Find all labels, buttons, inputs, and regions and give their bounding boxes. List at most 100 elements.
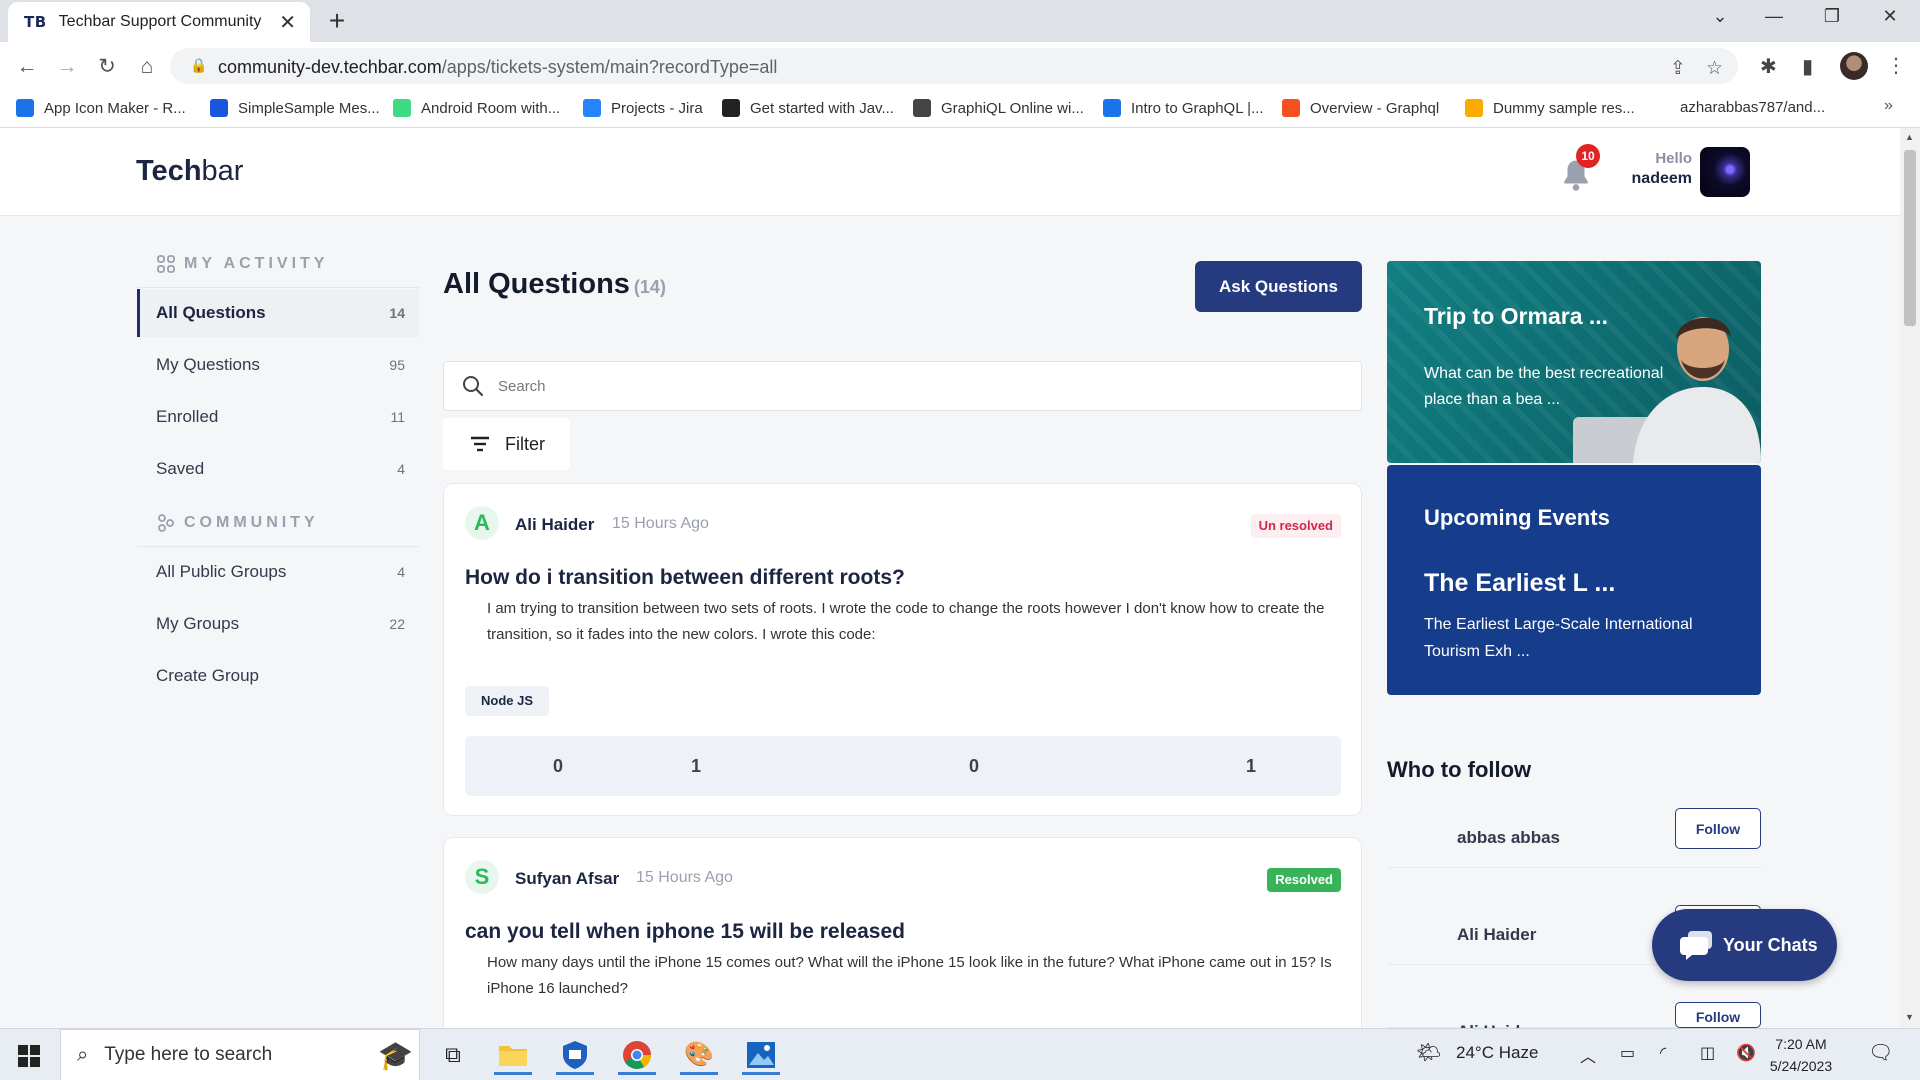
url-text: community-dev.techbar.com/apps/tickets-s… <box>218 57 778 77</box>
system-clock[interactable]: 7:20 AM 5/24/2023 <box>1756 1033 1846 1077</box>
file-explorer-icon[interactable] <box>490 1035 536 1075</box>
android-icon <box>393 99 411 117</box>
question-tag[interactable]: Node JS <box>465 686 550 716</box>
upcoming-events-card[interactable]: Upcoming Events The Earliest L ... The E… <box>1387 465 1761 695</box>
restore-icon[interactable]: ❐ <box>1812 6 1852 27</box>
notifications-icon[interactable]: 🗨 <box>1868 1040 1893 1065</box>
battery-icon[interactable]: ▭ <box>1620 1043 1635 1063</box>
stat-value[interactable]: 0 <box>553 756 563 777</box>
sidebar-item-my-groups[interactable]: My Groups 22 <box>137 600 419 648</box>
meet-icon[interactable]: ◫ <box>1700 1043 1715 1063</box>
stat-value[interactable]: 1 <box>1246 756 1256 777</box>
follow-button[interactable]: Follow <box>1675 1002 1761 1028</box>
lock-icon[interactable]: 🔒 <box>190 57 207 74</box>
community-icon <box>158 514 174 532</box>
techbar-logo[interactable]: Techbar <box>136 155 243 188</box>
forward-icon[interactable]: → <box>53 53 81 81</box>
follow-person-name[interactable]: Ali Haider <box>1457 925 1536 945</box>
paint-icon[interactable]: 🎨 <box>676 1035 722 1075</box>
scrollbar-thumb[interactable] <box>1904 150 1916 326</box>
event-name[interactable]: The Earliest L ... <box>1424 569 1615 598</box>
sidebar-item-all-public-groups[interactable]: All Public Groups 4 <box>137 548 419 596</box>
chevron-up-icon[interactable]: ︿ <box>1580 1043 1596 1067</box>
defender-icon[interactable] <box>552 1035 598 1075</box>
question-card[interactable]: A Ali Haider 15 Hours Ago Un resolved Ho… <box>443 483 1362 816</box>
sidebar-item-create-group[interactable]: Create Group <box>137 652 419 700</box>
home-icon[interactable]: ⌂ <box>133 53 161 81</box>
bookmark-item[interactable]: GraphiQL Online wi... <box>913 99 1084 117</box>
greeting-text: Hello <box>1655 150 1692 167</box>
promo-card[interactable]: Trip to Ormara ... What can be the best … <box>1387 261 1761 463</box>
search-icon: ⌕ <box>77 1043 89 1066</box>
bookmark-item[interactable]: Android Room with... <box>393 99 560 117</box>
tab-search-chevron-icon[interactable]: ⌄ <box>1700 6 1740 27</box>
bookmark-item[interactable]: App Icon Maker - R... <box>16 99 186 117</box>
grid-icon <box>210 99 228 117</box>
weather-text[interactable]: 24°C Haze <box>1456 1043 1538 1063</box>
bookmark-label: Overview - Graphql <box>1310 99 1440 117</box>
browser-tab-strip: TB Techbar Support Community ✕ + ⌄ — ❐ ✕ <box>0 0 1920 42</box>
promo-title[interactable]: Trip to Ormara ... <box>1424 303 1608 330</box>
promo-description: What can be the best recreational place … <box>1424 365 1664 408</box>
bookmark-item[interactable]: Overview - Graphql <box>1282 99 1439 117</box>
minimize-icon[interactable]: — <box>1754 6 1794 27</box>
address-bar[interactable]: 🔒 community-dev.techbar.com/apps/tickets… <box>170 48 1738 84</box>
bookmark-item[interactable]: Dummy sample res... <box>1465 99 1635 117</box>
question-title[interactable]: can you tell when iphone 15 will be rele… <box>465 920 905 944</box>
profile-avatar[interactable] <box>1840 52 1868 80</box>
tab-close-icon[interactable]: ✕ <box>279 10 296 35</box>
reload-icon[interactable]: ↻ <box>93 53 121 81</box>
taskbar-search-input[interactable]: ⌕ Type here to search 🎓 <box>60 1029 420 1080</box>
search-input[interactable]: Search <box>443 361 1362 411</box>
bookmark-label: Dummy sample res... <box>1493 99 1635 117</box>
browser-menu-icon[interactable]: ⋮ <box>1886 53 1906 78</box>
scroll-down-icon[interactable]: ▼ <box>1905 1012 1914 1022</box>
photos-icon[interactable] <box>738 1035 784 1075</box>
bookmark-item[interactable]: SimpleSample Mes... <box>210 99 380 117</box>
events-heading: Upcoming Events <box>1424 505 1610 530</box>
page-scrollbar[interactable]: ▲ ▼ <box>1900 128 1920 1028</box>
bookmark-item[interactable]: azharabbas787/and... <box>1680 99 1825 116</box>
follow-person-name[interactable]: abbas abbas <box>1457 828 1560 848</box>
windows-start-icon[interactable] <box>18 1045 40 1067</box>
chrome-icon[interactable] <box>614 1035 660 1075</box>
user-avatar[interactable] <box>1700 147 1750 197</box>
ask-questions-button[interactable]: Ask Questions <box>1195 261 1362 312</box>
bookmark-star-icon[interactable]: ☆ <box>1706 57 1723 80</box>
extensions-icon[interactable]: ✱ <box>1760 54 1777 79</box>
question-title[interactable]: How do i transition between different ro… <box>465 566 905 590</box>
question-stats: 0 1 0 1 <box>465 736 1341 796</box>
back-icon[interactable]: ← <box>13 53 41 81</box>
sidebar-item-all-questions[interactable]: All Questions 14 <box>137 289 419 337</box>
filter-button[interactable]: Filter <box>443 418 570 470</box>
author-name[interactable]: Sufyan Afsar <box>515 869 619 889</box>
question-body: How many days until the iPhone 15 comes … <box>487 954 1332 997</box>
bookmark-item[interactable]: Projects - Jira <box>583 99 703 117</box>
window-close-icon[interactable]: ✕ <box>1870 6 1910 27</box>
sidebar-item-label: All Questions <box>156 303 266 322</box>
share-icon[interactable]: ⇪ <box>1670 57 1686 80</box>
jira-icon <box>583 99 601 117</box>
volume-muted-icon[interactable]: 🔇 <box>1736 1043 1756 1063</box>
browser-tab[interactable]: TB Techbar Support Community ✕ <box>8 2 310 42</box>
stat-value[interactable]: 1 <box>691 756 701 777</box>
wifi-icon[interactable]: ◜ <box>1660 1043 1666 1063</box>
status-badge: Resolved <box>1267 868 1341 892</box>
your-chats-button[interactable]: Your Chats <box>1652 909 1837 981</box>
bookmarks-overflow-icon[interactable]: » <box>1884 97 1893 115</box>
sidebar-item-enrolled[interactable]: Enrolled 11 <box>137 393 419 441</box>
scroll-up-icon[interactable]: ▲ <box>1905 132 1914 142</box>
question-card[interactable]: S Sufyan Afsar 15 Hours Ago Resolved can… <box>443 837 1362 1037</box>
follow-button[interactable]: Follow <box>1675 808 1761 849</box>
bookmark-item[interactable]: Get started with Jav... <box>722 99 894 117</box>
sidebar-item-my-questions[interactable]: My Questions 95 <box>137 341 419 389</box>
new-tab-icon[interactable]: + <box>322 6 352 36</box>
browser-toolbar: ← → ↻ ⌂ 🔒 community-dev.techbar.com/apps… <box>0 42 1920 90</box>
weather-icon[interactable]: 🌤 <box>1416 1040 1441 1065</box>
side-panel-icon[interactable]: ▮ <box>1802 54 1813 79</box>
author-name[interactable]: Ali Haider <box>515 515 594 535</box>
stat-value[interactable]: 0 <box>969 756 979 777</box>
task-view-icon[interactable]: ⧉ <box>430 1035 476 1075</box>
bookmark-item[interactable]: Intro to GraphQL |... <box>1103 99 1264 117</box>
sidebar-item-saved[interactable]: Saved 4 <box>137 445 419 493</box>
